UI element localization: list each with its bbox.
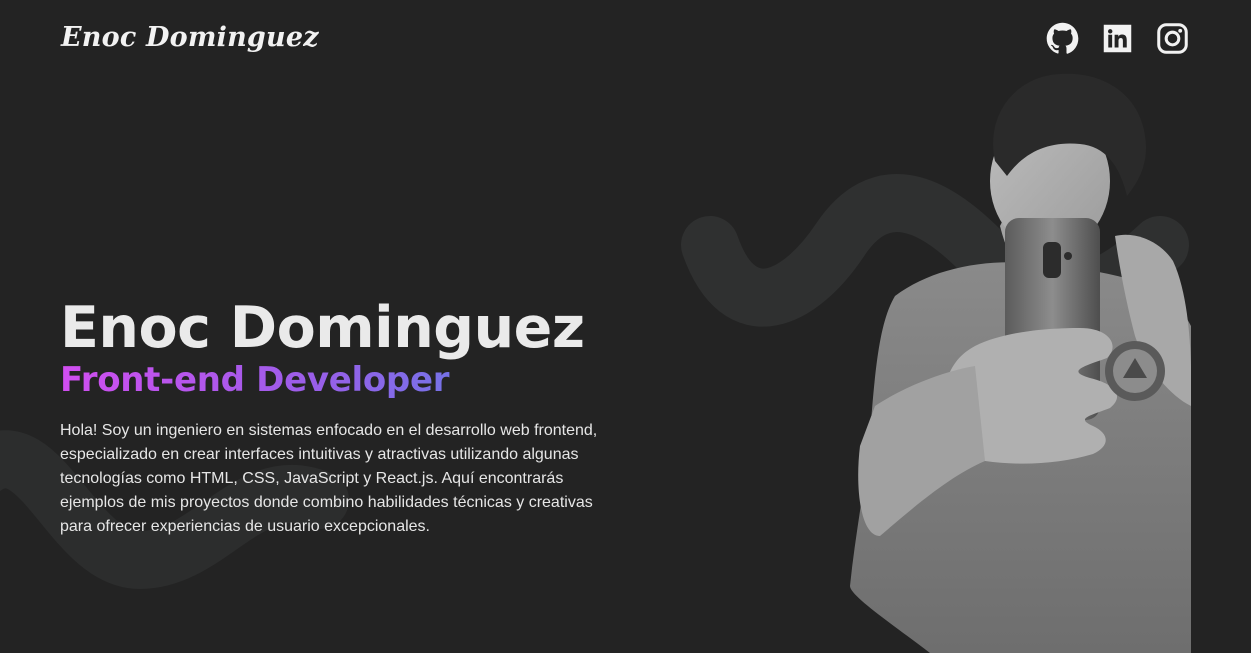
linkedin-link[interactable] bbox=[1101, 22, 1134, 55]
linkedin-icon bbox=[1103, 24, 1132, 53]
profile-photo bbox=[850, 73, 1191, 653]
github-icon bbox=[1046, 22, 1079, 54]
instagram-icon bbox=[1157, 23, 1188, 54]
hero-name: Enoc Dominguez bbox=[60, 295, 585, 361]
hero-role: Front-end Developer bbox=[60, 360, 620, 400]
site-logo[interactable]: Enoc Dominguez bbox=[61, 22, 319, 53]
github-link[interactable] bbox=[1046, 22, 1079, 55]
hero-section: Enoc Dominguez Front-end Developer Hola!… bbox=[60, 296, 620, 539]
social-links bbox=[1046, 22, 1189, 55]
instagram-link[interactable] bbox=[1156, 22, 1189, 55]
hero-bio: Hola! Soy un ingeniero en sistemas enfoc… bbox=[60, 422, 598, 535]
